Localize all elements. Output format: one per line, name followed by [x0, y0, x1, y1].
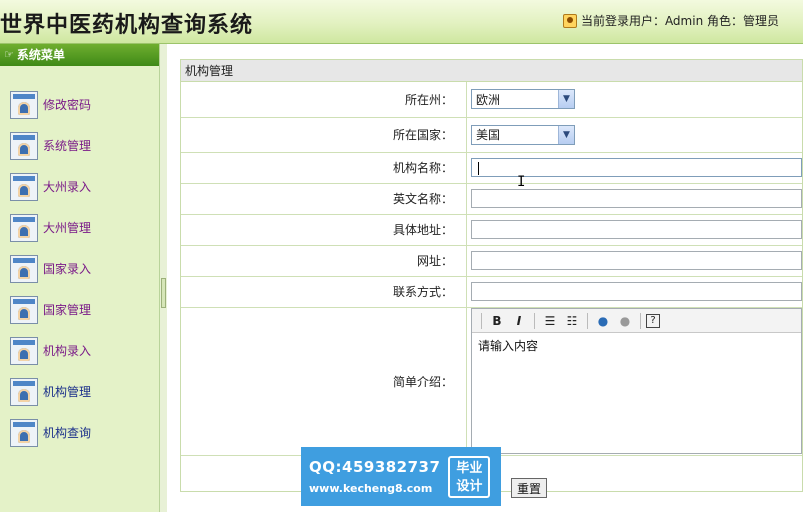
country-select[interactable]: 美国 ▼ — [471, 124, 575, 145]
org-form-panel: 机构管理 所在州： 欧洲 ▼ 所在国家： 美国 ▼ 机构名称： 英文名称： 具体… — [180, 59, 803, 498]
user-info: 当前登录用户：Admin 角色：管理员 — [562, 12, 779, 29]
sidebar-item-label: 系统管理 — [43, 139, 92, 153]
form-actions: 重置 — [511, 478, 548, 498]
continent-select-value: 欧洲 — [476, 92, 501, 107]
chevron-down-icon[interactable]: ▼ — [558, 90, 574, 109]
sidebar-item-label: 国家管理 — [43, 303, 92, 317]
unlink-icon[interactable]: ● — [615, 312, 635, 330]
sidebar-item-org-manage[interactable]: 机构管理 — [0, 371, 159, 412]
intro-rich-editor[interactable]: B I ☰ ☷ ● ● ? 请输入内容 — [471, 308, 802, 454]
menu-icon: ☞ — [4, 48, 14, 61]
continent-label: 所在州： — [181, 82, 467, 118]
editor-toolbar: B I ☰ ☷ ● ● ? — [472, 309, 801, 333]
address-input[interactable] — [471, 220, 802, 239]
contact-label: 联系方式： — [181, 276, 467, 308]
sidebar-item-system-admin[interactable]: 系统管理 — [0, 125, 159, 166]
user-card-icon — [10, 172, 38, 201]
text-caret — [478, 162, 479, 175]
sidebar-item-country-manage[interactable]: 国家管理 — [0, 289, 159, 330]
sidebar-splitter[interactable] — [159, 44, 167, 512]
sidebar-item-label: 修改密码 — [43, 98, 92, 112]
sidebar-item-label: 机构管理 — [43, 385, 92, 399]
user-info-text: 当前登录用户：Admin 角色：管理员 — [580, 14, 779, 28]
sidebar-item-org-query[interactable]: 机构查询 — [0, 412, 159, 453]
mouse-ibeam-cursor: I — [517, 174, 526, 190]
toolbar-divider — [587, 312, 588, 329]
help-icon[interactable]: ? — [646, 313, 660, 328]
country-label: 所在国家： — [181, 117, 467, 153]
sidebar-heading-label: 系统菜单 — [16, 48, 65, 62]
user-card-icon — [10, 213, 38, 242]
user-card-icon — [10, 377, 38, 406]
splitter-handle[interactable] — [161, 278, 166, 308]
sidebar-item-label: 机构查询 — [43, 426, 92, 440]
sidebar-item-label: 国家录入 — [43, 262, 92, 276]
bold-button[interactable]: B — [487, 312, 507, 330]
watermark-banner: QQ:459382737 www.kecheng8.com 毕业设计 — [301, 447, 501, 506]
app-header: 世界中医药机构查询系统 当前登录用户：Admin 角色：管理员 — [0, 0, 803, 44]
toolbar-divider — [481, 312, 482, 329]
ordered-list-icon[interactable]: ☰ — [540, 312, 560, 330]
intro-label: 简单介绍： — [181, 307, 467, 456]
toolbar-divider — [640, 312, 641, 329]
org-name-label: 机构名称： — [181, 152, 467, 184]
sidebar: ☞ 系统菜单 修改密码 系统管理 大州录入 大州管理 国家录入 国家管理 机构录… — [0, 44, 160, 512]
user-card-icon — [10, 90, 38, 119]
user-icon — [562, 13, 577, 28]
chevron-down-icon[interactable]: ▼ — [558, 125, 574, 144]
link-icon[interactable]: ● — [593, 312, 613, 330]
sidebar-item-continent-entry[interactable]: 大州录入 — [0, 166, 159, 207]
sidebar-item-continent-manage[interactable]: 大州管理 — [0, 207, 159, 248]
sidebar-item-label: 大州录入 — [43, 180, 92, 194]
continent-select[interactable]: 欧洲 ▼ — [471, 89, 575, 110]
country-select-value: 美国 — [476, 128, 501, 142]
address-label: 具体地址： — [181, 214, 467, 246]
main-content: 机构管理 所在州： 欧洲 ▼ 所在国家： 美国 ▼ 机构名称： 英文名称： 具体… — [167, 44, 803, 512]
watermark-badge: 毕业设计 — [448, 455, 491, 498]
unordered-list-icon[interactable]: ☷ — [562, 312, 582, 330]
reset-button[interactable]: 重置 — [511, 478, 548, 498]
italic-button[interactable]: I — [509, 312, 529, 330]
user-card-icon — [10, 336, 38, 365]
watermark-url: www.kecheng8.com — [309, 482, 433, 495]
website-label: 网址： — [181, 245, 467, 277]
sidebar-item-org-entry[interactable]: 机构录入 — [0, 330, 159, 371]
app-title: 世界中医药机构查询系统 — [0, 13, 254, 38]
sidebar-item-country-entry[interactable]: 国家录入 — [0, 248, 159, 289]
toolbar-divider — [534, 312, 535, 329]
sidebar-heading: ☞ 系统菜单 — [0, 44, 159, 66]
user-card-icon — [10, 131, 38, 160]
sidebar-item-change-password[interactable]: 修改密码 — [0, 84, 159, 125]
sidebar-item-label: 机构录入 — [43, 344, 92, 358]
sidebar-menu: 修改密码 系统管理 大州录入 大州管理 国家录入 国家管理 机构录入 机构管理 — [0, 66, 159, 453]
user-card-icon — [10, 254, 38, 283]
contact-input[interactable] — [471, 282, 802, 301]
watermark-qq: QQ:459382737 — [309, 458, 441, 476]
user-card-icon — [10, 418, 38, 447]
sidebar-item-label: 大州管理 — [43, 221, 92, 235]
english-name-label: 英文名称： — [181, 183, 467, 215]
org-form: 所在州： 欧洲 ▼ 所在国家： 美国 ▼ 机构名称： 英文名称： 具体地址： 网… — [181, 82, 802, 456]
editor-body[interactable]: 请输入内容 — [472, 333, 801, 358]
panel-title: 机构管理 — [181, 60, 802, 82]
website-input[interactable] — [471, 251, 802, 270]
user-card-icon — [10, 295, 38, 324]
english-name-input[interactable] — [471, 189, 802, 208]
